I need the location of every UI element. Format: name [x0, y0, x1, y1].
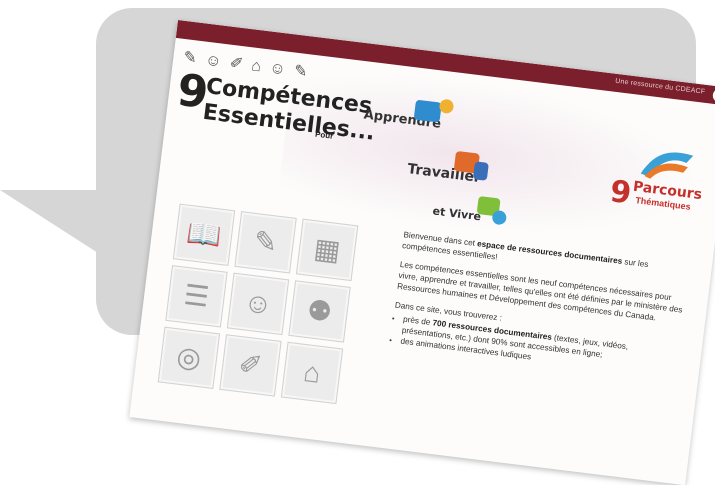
tile-2[interactable]: ✎ [234, 211, 297, 274]
tile-9[interactable]: ⌂ [280, 341, 344, 405]
website-screenshot: Une ressource du CDEACF C ✎ ☺ ✐ ⌂ ☺ ✎ 9 … [129, 20, 715, 485]
tile-3[interactable]: ▦ [295, 218, 359, 282]
tile-1[interactable]: 📖 [172, 203, 236, 266]
speech-bubble-tail [0, 190, 140, 280]
group-icon: ⚉ [305, 294, 334, 328]
apprendre-icon [413, 99, 442, 123]
thinking-icon: ✐ [236, 348, 265, 382]
computer-icon: ◎ [174, 340, 203, 375]
tile-5[interactable]: ☺ [226, 272, 290, 336]
document-icon: ☰ [182, 278, 211, 313]
tile-8[interactable]: ✐ [219, 334, 282, 397]
parcours-number: 9 [608, 174, 634, 212]
tile-4[interactable]: ☰ [165, 265, 228, 328]
people-talking-icon: ☺ [241, 286, 275, 321]
learning-icon: ⌂ [301, 356, 323, 389]
tile-6[interactable]: ⚉ [288, 280, 351, 343]
parcours-thematiques-logo[interactable]: 9 Parcours Thématiques [593, 137, 712, 230]
pencil-icon: ✎ [252, 225, 280, 259]
tile-7[interactable]: ◎ [157, 326, 221, 390]
parcours-swoosh-icon [640, 152, 694, 179]
calculator-icon: ▦ [312, 232, 343, 267]
open-book-icon: 📖 [184, 216, 224, 252]
travailler-badge-icon [472, 161, 489, 181]
